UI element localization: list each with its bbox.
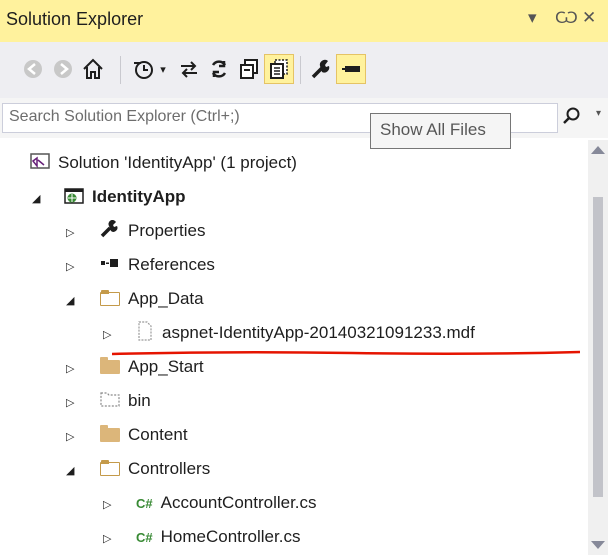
collapse-arrow-icon[interactable]: ◢ [66, 294, 74, 307]
tree-item-account-controller[interactable]: C# AccountController.cs [136, 486, 317, 520]
vertical-scrollbar[interactable] [588, 140, 608, 555]
toolbar: ▾ [0, 42, 608, 98]
expand-arrow-icon[interactable]: ▷ [66, 260, 74, 273]
back-icon[interactable] [18, 54, 48, 84]
tree-item-label: IdentityApp [92, 187, 186, 206]
tree-item-home-controller[interactable]: C# HomeController.cs [136, 520, 300, 554]
home-icon[interactable] [78, 54, 108, 84]
references-icon [100, 254, 120, 277]
title-bar: Solution Explorer ▾ Ѡ ✕ [0, 0, 608, 42]
tree-item-label: aspnet-IdentityApp-20140321091233.mdf [162, 323, 475, 342]
tree-item-label: Content [128, 425, 188, 444]
window-title: Solution Explorer [6, 9, 144, 29]
tooltip: Show All Files [370, 113, 511, 149]
show-all-files-icon[interactable] [264, 54, 294, 84]
csharp-file-icon: C# [136, 495, 153, 511]
web-project-icon [64, 186, 84, 209]
solution-tree: Solution 'IdentityApp' (1 project) ◢ Ide… [0, 140, 588, 555]
tree-item-label: App_Start [128, 357, 204, 376]
tree-item-label: App_Data [128, 289, 204, 308]
folder-icon [100, 425, 120, 442]
expand-arrow-icon[interactable]: ▷ [66, 430, 74, 443]
expand-arrow-icon[interactable]: ▷ [66, 396, 74, 409]
history-dropdown-icon[interactable]: ▾ [156, 54, 170, 84]
tree-item-references[interactable]: References [100, 248, 215, 282]
folder-icon [100, 357, 120, 374]
properties-icon[interactable] [306, 54, 336, 84]
tree-item-label: HomeController.cs [160, 527, 301, 546]
search-options-dropdown-icon[interactable]: ▾ [596, 108, 601, 119]
tree-item-properties[interactable]: Properties [100, 214, 205, 248]
tree-item-label: bin [128, 391, 151, 410]
collapse-arrow-icon[interactable]: ◢ [32, 192, 40, 205]
solution-icon [30, 152, 50, 175]
expand-arrow-icon[interactable]: ▷ [103, 532, 111, 545]
scroll-up-arrow-icon[interactable] [591, 146, 605, 154]
csharp-file-icon: C# [136, 529, 153, 545]
window-position-dropdown-icon[interactable]: ▾ [528, 8, 537, 28]
preview-selected-items-icon[interactable] [336, 54, 366, 84]
pin-icon[interactable]: Ѡ [555, 8, 578, 28]
tree-item-label: References [128, 255, 215, 274]
search-icon[interactable] [562, 106, 582, 131]
search-bar: Search Solution Explorer (Ctrl+;) ▾ [0, 98, 608, 138]
scrollbar-thumb[interactable] [593, 197, 603, 497]
scroll-down-arrow-icon[interactable] [591, 541, 605, 549]
tree-item-label: AccountController.cs [160, 493, 317, 512]
file-icon [136, 320, 154, 346]
history-icon[interactable] [128, 54, 158, 84]
tree-item-content[interactable]: Content [100, 418, 188, 452]
toolbar-separator [120, 56, 121, 84]
folder-open-icon [100, 460, 120, 476]
wrench-icon [100, 219, 120, 243]
collapse-all-icon[interactable] [234, 54, 264, 84]
red-underline-annotation [112, 350, 580, 356]
expand-arrow-icon[interactable]: ▷ [103, 328, 111, 341]
expand-arrow-icon[interactable]: ▷ [103, 498, 111, 511]
tree-item-label: Solution 'IdentityApp' (1 project) [58, 153, 297, 172]
sync-icon[interactable] [174, 54, 204, 84]
folder-open-icon [100, 290, 120, 306]
tree-item-solution[interactable]: Solution 'IdentityApp' (1 project) [30, 146, 297, 180]
close-icon[interactable]: ✕ [582, 8, 596, 28]
tree-item-bin[interactable]: bin [100, 384, 151, 418]
tree-item-project[interactable]: IdentityApp [64, 180, 186, 214]
tree-item-label: Controllers [128, 459, 211, 478]
toolbar-separator [300, 56, 301, 84]
tree-item-mdf-file[interactable]: aspnet-IdentityApp-20140321091233.mdf [136, 316, 475, 350]
refresh-icon[interactable] [204, 54, 234, 84]
expand-arrow-icon[interactable]: ▷ [66, 226, 74, 239]
expand-arrow-icon[interactable]: ▷ [66, 362, 74, 375]
tree-item-label: Properties [128, 221, 206, 240]
collapse-arrow-icon[interactable]: ◢ [66, 464, 74, 477]
hidden-folder-icon [100, 390, 120, 413]
tree-item-app-data[interactable]: App_Data [100, 282, 204, 316]
forward-icon[interactable] [48, 54, 78, 84]
tree-item-controllers[interactable]: Controllers [100, 452, 210, 486]
